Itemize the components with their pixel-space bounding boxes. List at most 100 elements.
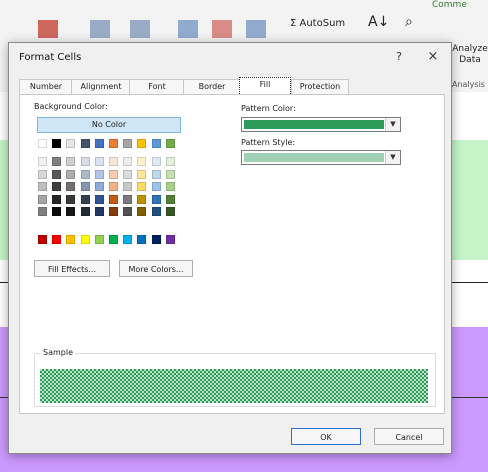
color-swatch[interactable] [137, 157, 147, 166]
standard-color-swatch[interactable] [109, 235, 118, 244]
color-swatch[interactable] [80, 207, 90, 216]
color-swatch[interactable] [137, 182, 147, 191]
color-swatch[interactable] [151, 139, 161, 148]
color-swatch[interactable] [109, 169, 118, 179]
standard-color-swatch[interactable] [151, 235, 161, 244]
color-swatch[interactable] [151, 157, 161, 166]
color-swatch[interactable] [66, 157, 76, 166]
ok-button[interactable]: OK [291, 428, 361, 445]
color-swatch[interactable] [109, 194, 118, 204]
color-swatch[interactable] [94, 207, 104, 216]
color-swatch[interactable] [94, 139, 104, 148]
dialog-title: Format Cells [19, 52, 82, 63]
color-swatch[interactable] [80, 139, 90, 148]
color-swatch[interactable] [165, 169, 175, 179]
color-swatch[interactable] [94, 182, 104, 191]
insert-icon[interactable] [178, 20, 198, 38]
standard-color-swatch[interactable] [123, 235, 133, 244]
color-swatch[interactable] [94, 194, 104, 204]
tab-number[interactable]: Number [19, 79, 73, 94]
tab-font[interactable]: Font [129, 79, 185, 94]
tab-border[interactable]: Border [183, 79, 241, 94]
color-swatch[interactable] [52, 182, 62, 191]
color-swatch[interactable] [52, 169, 62, 179]
color-swatch[interactable] [151, 182, 161, 191]
color-swatch[interactable] [52, 157, 62, 166]
standard-color-swatch[interactable] [38, 235, 47, 244]
color-swatch[interactable] [52, 139, 62, 148]
autosum-button[interactable]: Σ AutoSum [290, 18, 345, 29]
color-swatch[interactable] [38, 207, 47, 216]
color-swatch[interactable] [123, 169, 133, 179]
color-swatch[interactable] [165, 207, 175, 216]
tab-protection[interactable]: Protection [291, 79, 349, 94]
color-swatch[interactable] [66, 182, 76, 191]
color-swatch[interactable] [52, 194, 62, 204]
pattern-style-dropdown[interactable]: ▼ [241, 150, 401, 165]
color-swatch[interactable] [80, 157, 90, 166]
color-swatch[interactable] [109, 207, 118, 216]
color-swatch[interactable] [165, 157, 175, 166]
color-swatch[interactable] [165, 182, 175, 191]
standard-color-swatch[interactable] [94, 235, 104, 244]
help-button[interactable]: ? [391, 49, 407, 65]
color-swatch[interactable] [38, 139, 47, 148]
color-swatch[interactable] [109, 139, 118, 148]
color-swatch[interactable] [66, 207, 76, 216]
color-swatch[interactable] [123, 139, 133, 148]
color-swatch[interactable] [80, 194, 90, 204]
color-swatch[interactable] [94, 169, 104, 179]
color-swatch[interactable] [66, 169, 76, 179]
chevron-down-icon[interactable]: ▼ [385, 118, 400, 131]
standard-color-swatch[interactable] [52, 235, 62, 244]
color-swatch[interactable] [137, 194, 147, 204]
color-swatch[interactable] [109, 157, 118, 166]
pattern-style-label: Pattern Style: [241, 138, 296, 147]
color-swatch[interactable] [38, 169, 47, 179]
color-swatch[interactable] [165, 139, 175, 148]
color-swatch[interactable] [123, 207, 133, 216]
color-swatch[interactable] [123, 182, 133, 191]
format-table-icon[interactable] [90, 20, 110, 38]
color-swatch[interactable] [38, 194, 47, 204]
standard-color-swatch[interactable] [66, 235, 76, 244]
cancel-button[interactable]: Cancel [374, 428, 444, 445]
color-swatch[interactable] [123, 194, 133, 204]
standard-color-swatch[interactable] [137, 235, 147, 244]
color-swatch[interactable] [66, 139, 76, 148]
color-swatch[interactable] [38, 157, 47, 166]
insert-cells-icon[interactable] [38, 20, 58, 38]
close-button[interactable]: × [425, 49, 441, 65]
no-color-button[interactable]: No Color [37, 117, 181, 133]
color-swatch[interactable] [80, 169, 90, 179]
color-swatch[interactable] [52, 207, 62, 216]
delete-icon[interactable] [212, 20, 232, 38]
color-swatch[interactable] [151, 169, 161, 179]
standard-color-swatch[interactable] [165, 235, 175, 244]
color-swatch[interactable] [38, 182, 47, 191]
analyze-data-button[interactable]: Analyze Data [452, 44, 488, 66]
find-icon[interactable]: ⌕ [405, 14, 413, 30]
tab-alignment[interactable]: Alignment [71, 79, 131, 94]
pattern-color-dropdown[interactable]: ▼ [241, 117, 401, 132]
comments-button[interactable]: Comme [432, 0, 467, 10]
color-swatch[interactable] [137, 139, 147, 148]
color-swatch[interactable] [94, 157, 104, 166]
color-swatch[interactable] [109, 182, 118, 191]
color-swatch[interactable] [151, 207, 161, 216]
standard-color-swatch[interactable] [80, 235, 90, 244]
color-swatch[interactable] [151, 194, 161, 204]
chevron-down-icon[interactable]: ▼ [385, 151, 400, 164]
more-colors-button[interactable]: More Colors... [119, 260, 193, 277]
sort-filter-icon[interactable]: A↓ [368, 14, 389, 30]
color-swatch[interactable] [165, 194, 175, 204]
cell-styles-icon[interactable] [130, 20, 150, 38]
color-swatch[interactable] [137, 169, 147, 179]
color-swatch[interactable] [66, 194, 76, 204]
fill-effects-button[interactable]: Fill Effects... [34, 260, 110, 277]
format-icon[interactable] [246, 20, 266, 38]
color-swatch[interactable] [123, 157, 133, 166]
color-swatch[interactable] [80, 182, 90, 191]
pattern-color-label: Pattern Color: [241, 104, 296, 113]
color-swatch[interactable] [137, 207, 147, 216]
